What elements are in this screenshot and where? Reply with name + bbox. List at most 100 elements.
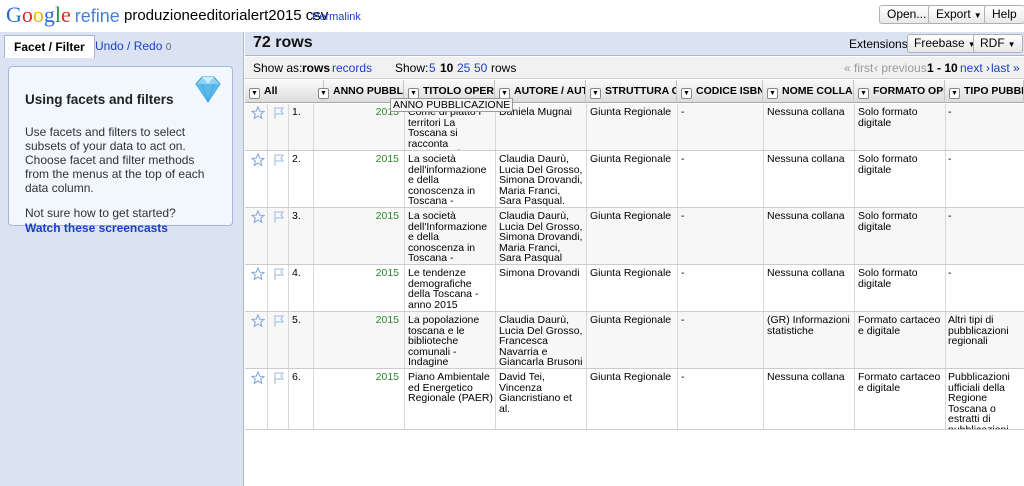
page-size-5[interactable]: 5 xyxy=(429,61,436,75)
column-header-struttura[interactable]: ▼ STRUTTURA CH xyxy=(586,80,677,103)
column-divider xyxy=(677,151,678,207)
table-row: 3. 2015 La società dell'Informazione e del… xyxy=(245,208,1024,265)
star-icon[interactable] xyxy=(251,153,265,167)
star-icon[interactable] xyxy=(251,210,265,224)
cell-titolo: La società dell'Informazione e della con… xyxy=(408,211,488,264)
column-divider xyxy=(586,265,587,311)
cell-autore: Claudia Daurù, Lucia Del Grosso, Frances… xyxy=(499,315,583,368)
export-button[interactable]: Export ▼ xyxy=(928,5,990,24)
flag-icon[interactable] xyxy=(272,106,286,120)
left-panel-tabs: Facet / Filter Undo / Redo 0 xyxy=(0,32,244,58)
cell-struttura: Giunta Regionale xyxy=(590,211,672,222)
cell-formato: Formato cartaceo e digitale xyxy=(858,372,941,394)
table-row: 2. 2015 La società dell'informazione e del… xyxy=(245,151,1024,208)
row-number: 1. xyxy=(292,107,301,118)
page-size-10[interactable]: 10 xyxy=(440,61,453,75)
column-divider xyxy=(945,312,946,368)
column-divider xyxy=(763,312,764,368)
column-divider xyxy=(586,312,587,368)
column-label: FORMATO OPERA xyxy=(873,85,944,97)
flag-icon[interactable] xyxy=(272,153,286,167)
cell-collana: Nessuna collana xyxy=(767,107,845,118)
row-number: 6. xyxy=(292,372,301,383)
dropdown-arrow-icon[interactable]: ▼ xyxy=(949,88,960,99)
column-label: CODICE ISBN xyxy=(696,85,763,97)
column-header-tipo-pubblicazione[interactable]: ▼ TIPO PUBBLIC xyxy=(945,80,1024,103)
column-headers: ▼ All ▼ ANNO PUBBLIC ▼ TITOLO OPERA ▼ AUTORE… xyxy=(245,80,1024,103)
first-page-link: « first xyxy=(844,61,874,75)
dropdown-arrow-icon[interactable]: ▼ xyxy=(590,88,601,99)
star-icon[interactable] xyxy=(251,314,265,328)
column-divider xyxy=(267,151,268,207)
column-divider xyxy=(313,265,314,311)
row-count: 72 rows xyxy=(253,34,313,51)
caret-down-icon: ▼ xyxy=(973,11,982,20)
mode-rows[interactable]: rows xyxy=(302,61,330,75)
rows-word: rows xyxy=(491,61,517,75)
star-icon[interactable] xyxy=(251,371,265,385)
cell-isbn: - xyxy=(681,268,685,279)
column-divider xyxy=(288,312,289,368)
column-label: ANNO PUBBLIC xyxy=(333,85,403,97)
column-header-codice-isbn[interactable]: ▼ CODICE ISBN xyxy=(677,80,763,103)
tab-undo-redo[interactable]: Undo / Redo 0 xyxy=(86,35,180,58)
column-divider xyxy=(404,265,405,311)
flag-icon[interactable] xyxy=(272,371,286,385)
data-panel: 72 rows Extensions: Freebase ▼ RDF ▼ Show … xyxy=(245,32,1024,486)
flag-icon[interactable] xyxy=(272,314,286,328)
freebase-button[interactable]: Freebase ▼ xyxy=(907,34,983,53)
summary-bar: 72 rows Extensions: Freebase ▼ RDF ▼ xyxy=(245,32,1024,56)
cell-isbn: - xyxy=(681,315,685,326)
star-icon[interactable] xyxy=(251,267,265,281)
column-header-all[interactable]: ▼ All xyxy=(245,80,324,103)
last-page-link[interactable]: last » xyxy=(991,61,1020,75)
project-name[interactable]: produzioneeditorialert2015 csv xyxy=(124,7,328,24)
star-icon[interactable] xyxy=(251,106,265,120)
cell-anno: 2015 xyxy=(375,372,399,383)
cell-collana: Nessuna collana xyxy=(767,372,845,383)
cell-titolo: Come di piatto i territori La Toscana si… xyxy=(408,107,481,150)
cell-titolo: La società dell'informazione e della con… xyxy=(408,154,487,207)
column-divider xyxy=(495,151,496,207)
column-header-nome-collana[interactable]: ▼ NOME COLLANA xyxy=(763,80,854,103)
cell-formato: Formato cartaceo e digitale xyxy=(858,315,941,337)
next-page-link[interactable]: next › xyxy=(960,61,990,75)
flag-icon[interactable] xyxy=(272,210,286,224)
column-divider xyxy=(763,208,764,264)
dropdown-arrow-icon[interactable]: ▼ xyxy=(681,88,692,99)
column-divider xyxy=(677,265,678,311)
undo-redo-label: Undo / Redo xyxy=(95,39,163,53)
flag-icon[interactable] xyxy=(272,267,286,281)
google-refine-logo[interactable]: Google refine xyxy=(6,2,120,28)
screencasts-link[interactable]: Watch these screencasts xyxy=(25,221,216,235)
cell-isbn: - xyxy=(681,211,685,222)
column-divider xyxy=(404,208,405,264)
dropdown-arrow-icon[interactable]: ▼ xyxy=(858,88,869,99)
table-row: 1. 2015 Come di piatto i territori La Tosc… xyxy=(245,104,1024,151)
column-divider xyxy=(267,312,268,368)
column-divider xyxy=(945,369,946,429)
dropdown-arrow-icon[interactable]: ▼ xyxy=(249,88,260,99)
tab-facet-filter[interactable]: Facet / Filter xyxy=(4,35,95,58)
column-header-formato-opera[interactable]: ▼ FORMATO OPERA xyxy=(854,80,945,103)
permalink-link[interactable]: Permalink xyxy=(312,11,361,23)
open-button[interactable]: Open... xyxy=(879,5,935,24)
dropdown-arrow-icon[interactable]: ▼ xyxy=(767,88,778,99)
column-divider xyxy=(854,369,855,429)
facet-help-box: Using facets and filters Use facets and … xyxy=(8,66,233,235)
help-question: Not sure how to get started? xyxy=(25,206,176,220)
page-size-50[interactable]: 50 xyxy=(474,61,487,75)
rdf-button[interactable]: RDF ▼ xyxy=(973,34,1023,53)
column-divider xyxy=(763,369,764,429)
page-size-25[interactable]: 25 xyxy=(457,61,470,75)
column-divider xyxy=(288,151,289,207)
help-button[interactable]: Help xyxy=(984,5,1024,24)
dropdown-arrow-icon[interactable]: ▼ xyxy=(318,88,329,99)
column-divider xyxy=(586,369,587,429)
cell-autore: Claudia Daurù, Lucia Del Grosso, Simona … xyxy=(499,211,583,264)
column-divider xyxy=(763,265,764,311)
row-number: 4. xyxy=(292,268,301,279)
mode-records[interactable]: records xyxy=(332,61,372,75)
page-range: 1 - 10 xyxy=(927,61,958,75)
column-divider xyxy=(313,104,314,150)
